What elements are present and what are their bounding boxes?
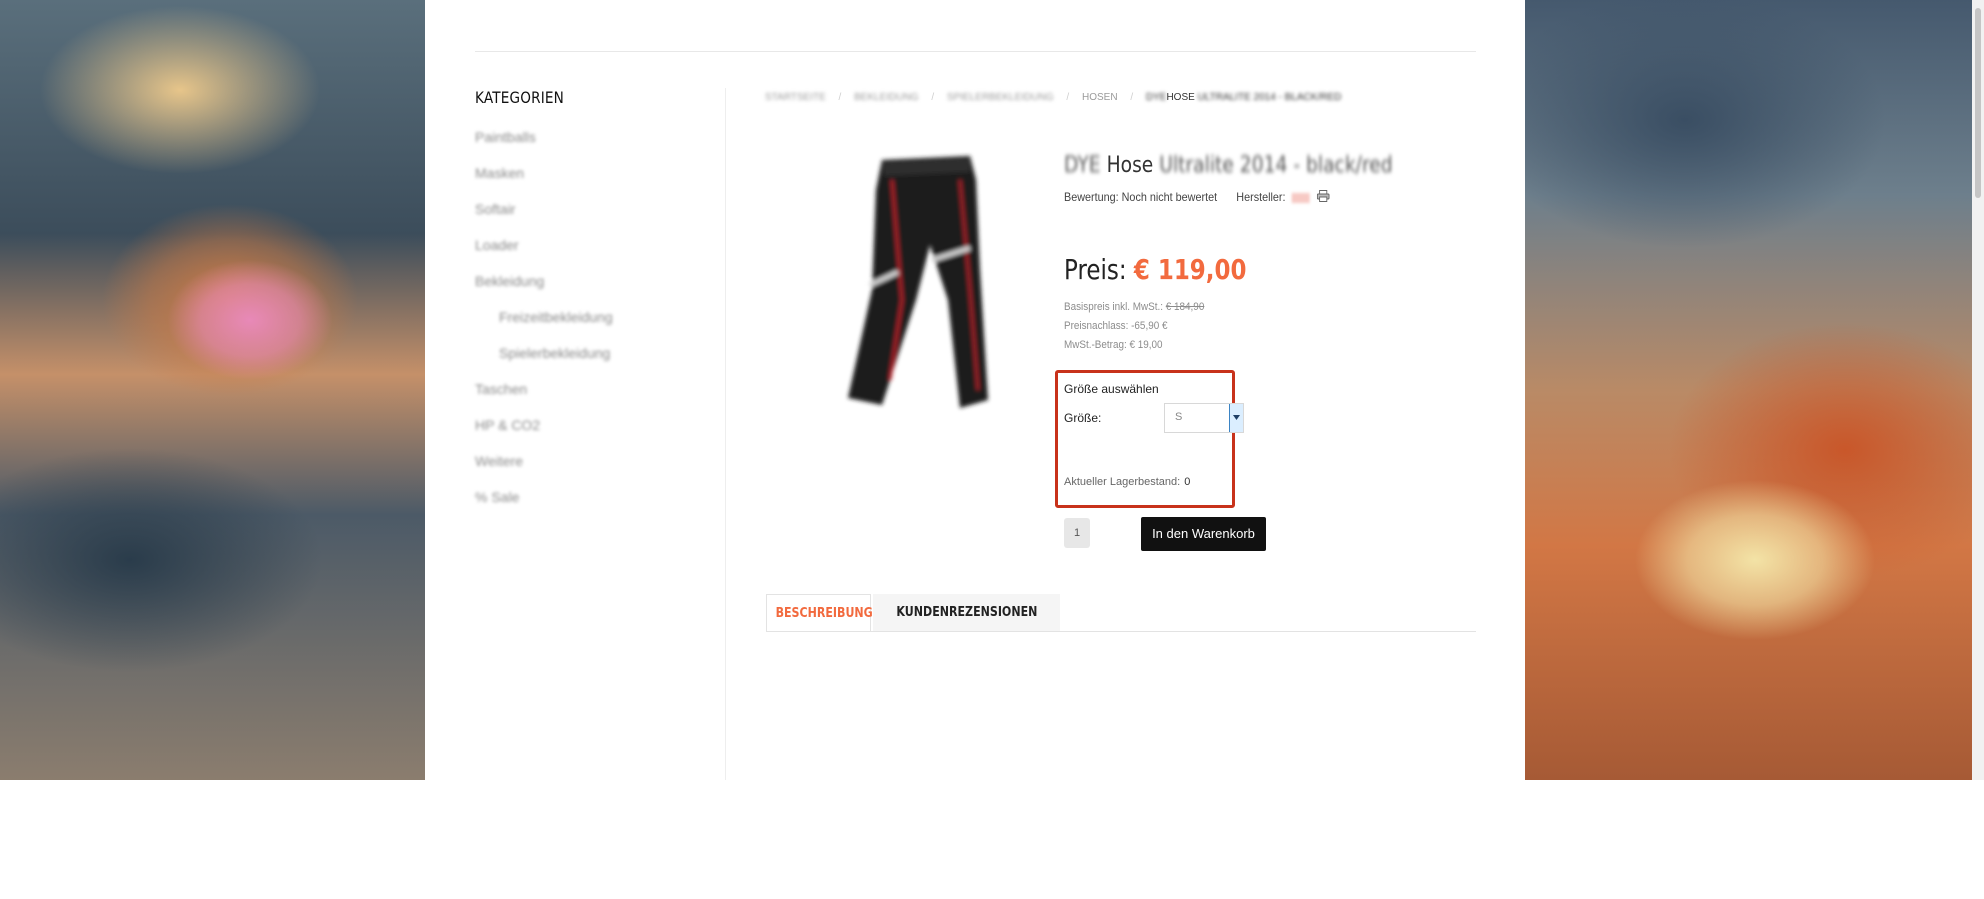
breadcrumb-current-prefix: DYE [1145,92,1167,103]
manufacturer-label: Hersteller: [1236,190,1286,204]
column-divider [725,88,726,780]
tab-description-label: BESCHREIBUNG [775,606,873,621]
price-label: Preis: [1064,253,1127,286]
breadcrumb-link[interactable]: BEKLEIDUNG [854,92,918,103]
breadcrumb-current: DYEHOSE ULTRALITE 2014 - BLACK/RED [1146,92,1341,103]
manufacturer-link[interactable] [1292,192,1311,203]
quantity-input[interactable]: 1 [1064,518,1090,548]
size-select-value: S [1175,411,1183,423]
breadcrumb-separator: / [1130,92,1134,103]
product-meta: Bewertung: Noch nicht bewertet Herstelle… [1064,190,1330,204]
category-item[interactable]: Masken [475,163,715,199]
product-title: DYE Hose Ultralite 2014 - black/red [1064,153,1393,178]
scrollbar[interactable] [1972,0,1984,780]
breadcrumb-link[interactable]: HOSEN [1082,92,1118,103]
base-price-value: € 184,90 [1165,301,1205,313]
category-item[interactable]: Bekleidung [475,271,715,307]
main-content: KATEGORIEN Paintballs Masken Softair Loa… [425,0,1525,780]
size-selection-title: Größe auswählen [1064,382,1159,396]
tab-divider [766,631,1476,632]
category-item[interactable]: Taschen [475,379,715,415]
price-value: € 119,00 [1133,253,1247,286]
category-sidebar: KATEGORIEN Paintballs Masken Softair Loa… [475,88,715,523]
size-label: Größe: [1064,411,1102,425]
breadcrumb-separator: / [1066,92,1070,103]
background-right-blurred [1525,0,1984,780]
print-icon[interactable] [1316,190,1330,202]
divider [475,51,1476,52]
product-title-main: Hose [1106,153,1154,178]
rating-text: Bewertung: Noch nicht bewertet [1064,190,1218,204]
category-list: Paintballs Masken Softair Loader Bekleid… [475,127,715,523]
product-title-suffix: Ultralite 2014 - black/red [1159,153,1393,178]
category-item[interactable]: Paintballs [475,127,715,163]
breadcrumb: STARTSEITE / BEKLEIDUNG / SPIELERBEKLEID… [765,92,1351,103]
background-left-blurred [0,0,425,780]
stock-value: 0 [1184,476,1191,488]
breadcrumb-separator: / [931,92,935,103]
dropdown-button[interactable] [1229,404,1243,432]
add-to-cart-button[interactable]: In den Warenkorb [1141,517,1266,551]
size-select[interactable]: S [1164,403,1244,433]
chevron-down-icon [1233,415,1240,420]
subcategory-item[interactable]: Spielerbekleidung [475,343,715,379]
tab-reviews[interactable]: KUNDENREZENSIONEN [873,594,1060,632]
tab-reviews-label: KUNDENREZENSIONEN [896,605,1037,620]
scrollbar-thumb[interactable] [1975,8,1981,198]
subcategory-item[interactable]: Freizeitbekleidung [475,307,715,343]
breadcrumb-current-suffix: ULTRALITE 2014 - BLACK/RED [1197,92,1342,103]
stock-info: Aktueller Lagerbestand: 0 [1064,476,1190,488]
size-selection-box: Größe auswählen Größe: S Aktueller Lager… [1055,370,1244,508]
price-details: Basispreis inkl. MwSt.: € 184,90 Preisna… [1064,298,1204,355]
category-item[interactable]: Softair [475,199,715,235]
stock-label: Aktueller Lagerbestand: [1064,476,1181,488]
tax-line: MwSt.-Betrag: € 19,00 [1064,339,1163,351]
base-price-label: Basispreis inkl. MwSt.: [1064,301,1164,313]
tab-description[interactable]: BESCHREIBUNG [766,594,873,632]
breadcrumb-separator: / [838,92,842,103]
breadcrumb-link[interactable]: SPIELERBEKLEIDUNG [947,92,1054,103]
base-price-line: Basispreis inkl. MwSt.: € 184,90 [1064,298,1204,317]
discount-line: Preisnachlass: -65,90 € [1064,320,1168,332]
product-title-brand: DYE [1064,153,1101,178]
sidebar-title: KATEGORIEN [475,88,564,107]
category-item[interactable]: % Sale [475,487,715,523]
product-image[interactable] [820,150,1020,420]
category-item[interactable]: Weitere [475,451,715,487]
category-item[interactable]: Loader [475,235,715,271]
category-item[interactable]: HP & CO2 [475,415,715,451]
breadcrumb-current-main: HOSE [1166,92,1195,103]
price: Preis: € 119,00 [1064,253,1246,286]
breadcrumb-link[interactable]: STARTSEITE [765,92,826,103]
